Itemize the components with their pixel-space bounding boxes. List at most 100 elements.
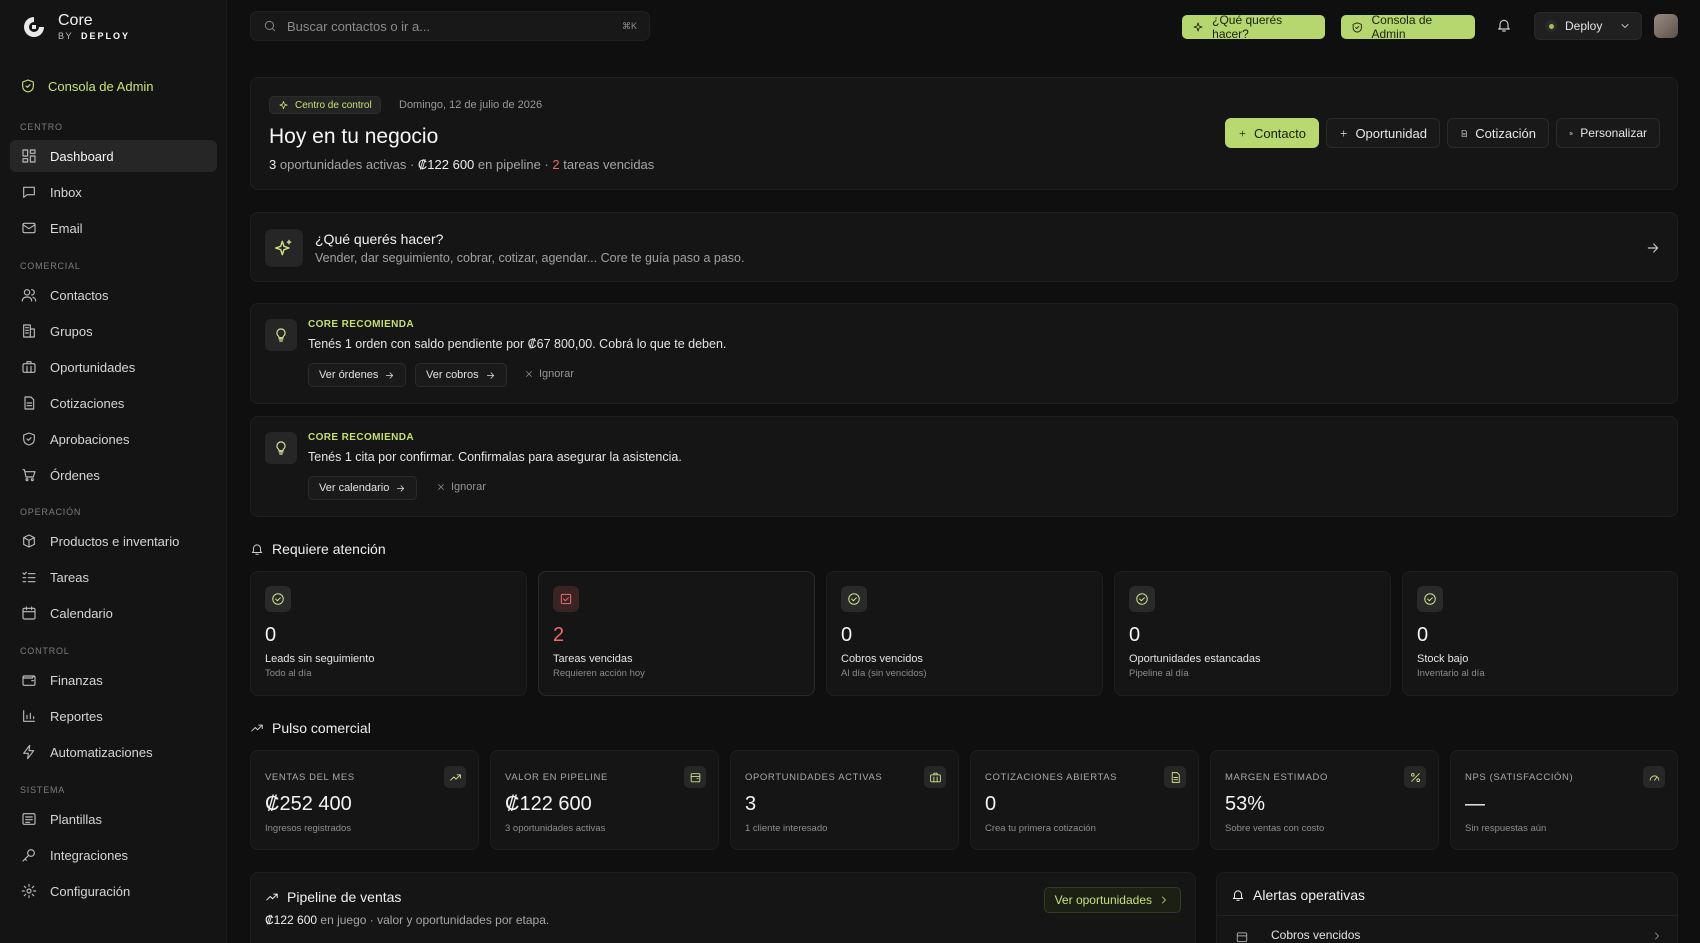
arrow-right-icon bbox=[397, 484, 405, 492]
overdue-text: tareas vencidas bbox=[563, 157, 655, 172]
sidebar-item-grupos[interactable]: Grupos bbox=[10, 315, 217, 347]
sidebar-item-dashboard[interactable]: Dashboard bbox=[10, 140, 217, 172]
view-opportunities-label: Ver oportunidades bbox=[1054, 893, 1152, 907]
pipeline-title-row: Pipeline de ventas bbox=[265, 889, 401, 905]
avatar[interactable] bbox=[1654, 14, 1678, 38]
admin-console-label: Consola de Admin bbox=[1371, 13, 1433, 41]
pipeline-value: ₡122 600 bbox=[417, 157, 475, 172]
sidebar-item-integraciones[interactable]: Integraciones bbox=[10, 839, 217, 871]
alert-item-label: Cobros vencidos bbox=[1271, 928, 1361, 942]
kpi-value: — bbox=[1465, 793, 1485, 815]
kpi-card-quotes[interactable]: COTIZACIONES ABIERTAS 0 Crea tu primera … bbox=[970, 750, 1199, 850]
plus-icon bbox=[1239, 130, 1246, 136]
sidebar-item-ordenes[interactable]: Órdenes bbox=[10, 459, 217, 491]
arrow-right-icon[interactable] bbox=[1645, 240, 1661, 256]
attention-card-leads[interactable]: 0 Leads sin seguimiento Todo al día bbox=[250, 571, 527, 696]
attention-value: 0 bbox=[1129, 624, 1141, 646]
kpi-card-nps[interactable]: NPS (SATISFACCIÓN) — Sin respuestas aún bbox=[1450, 750, 1678, 850]
kpi-value: 3 bbox=[745, 793, 757, 815]
check-circle-icon bbox=[841, 586, 867, 612]
kpi-sub: 3 oportunidades activas bbox=[505, 823, 606, 834]
search-bar[interactable]: Buscar contactos o ir a... ⌘K bbox=[250, 11, 650, 41]
alerts-card: Alertas operativas Cobros vencidos bbox=[1216, 872, 1678, 943]
sidebar-item-cotizaciones[interactable]: Cotizaciones bbox=[10, 387, 217, 419]
sidebar-item-contactos[interactable]: Contactos bbox=[10, 279, 217, 311]
sidebar-item-aprobaciones[interactable]: Aprobaciones bbox=[10, 423, 217, 455]
sidebar-item-automatizaciones[interactable]: Automatizaciones bbox=[10, 736, 217, 768]
sidebar-item-reportes[interactable]: Reportes bbox=[10, 700, 217, 732]
recommendation-text: Tenés 1 cita por confirmar. Confirmalas … bbox=[308, 450, 682, 464]
ask-what-button[interactable]: ¿Qué querés hacer? bbox=[1182, 13, 1325, 41]
attention-card-stalled[interactable]: 0 Oportunidades estancadas Pipeline al d… bbox=[1114, 571, 1391, 696]
kpi-value: 53% bbox=[1225, 793, 1266, 815]
alerts-title: Alertas operativas bbox=[1253, 887, 1366, 903]
kpi-label: VALOR EN PIPELINE bbox=[505, 772, 608, 783]
sidebar-item-tareas[interactable]: Tareas bbox=[10, 561, 217, 593]
sidebar-item-label: Órdenes bbox=[50, 467, 100, 483]
view-calendar-button[interactable]: Ver calendario bbox=[308, 476, 418, 500]
admin-console-button[interactable]: Consola de Admin bbox=[1341, 13, 1475, 41]
trend-up-icon bbox=[444, 766, 466, 788]
ignore-label: Ignorar bbox=[451, 481, 486, 493]
brand[interactable]: Core BY DEPLOY bbox=[22, 12, 130, 42]
pipeline-text: en pipeline bbox=[477, 157, 541, 172]
active-count: 3 bbox=[269, 157, 277, 172]
ask-title: ¿Qué querés hacer? bbox=[315, 231, 444, 247]
view-payments-label: Ver cobros bbox=[426, 369, 479, 381]
sliders-icon bbox=[1569, 131, 1573, 135]
workspace-name: Deploy bbox=[1565, 19, 1603, 33]
customize-button[interactable]: Personalizar bbox=[1556, 118, 1660, 148]
nav-section-sistema: SISTEMA bbox=[20, 785, 66, 795]
lightbulb-icon bbox=[265, 432, 297, 464]
search-input[interactable]: Buscar contactos o ir a... bbox=[287, 19, 430, 34]
attention-card-low-stock[interactable]: 0 Stock bajo Inventario al día bbox=[1402, 571, 1678, 696]
kpi-sub: 1 cliente interesado bbox=[745, 823, 828, 834]
attention-card-overdue-payments[interactable]: 0 Cobros vencidos Al día (sin vencidos) bbox=[826, 571, 1103, 696]
alert-item-overdue-payments[interactable]: Cobros vencidos bbox=[1217, 915, 1677, 943]
wallet-icon bbox=[22, 675, 36, 686]
kpi-card-sales[interactable]: VENTAS DEL MES ₡252 400 Ingresos registr… bbox=[250, 750, 479, 850]
sidebar-admin-console[interactable]: Consola de Admin bbox=[20, 78, 154, 94]
search-shortcut: ⌘K bbox=[621, 20, 637, 31]
sidebar-item-configuracion[interactable]: Configuración bbox=[10, 875, 217, 907]
ask-assistant-card[interactable]: ¿Qué querés hacer? Vender, dar seguimien… bbox=[250, 212, 1678, 282]
kpi-card-margin[interactable]: MARGEN ESTIMADO 53% Sobre ventas con cos… bbox=[1210, 750, 1439, 850]
chevron-right-icon bbox=[1655, 932, 1659, 940]
nav-section-centro: CENTRO bbox=[20, 122, 63, 132]
attention-card-overdue-tasks[interactable]: 2 Tareas vencidas Requieren acción hoy bbox=[538, 571, 815, 696]
kpi-card-opportunities[interactable]: OPORTUNIDADES ACTIVAS 3 1 cliente intere… bbox=[730, 750, 959, 850]
bell-icon bbox=[1498, 19, 1510, 32]
workspace-switcher[interactable]: Deploy bbox=[1534, 12, 1642, 40]
kpi-card-pipeline[interactable]: VALOR EN PIPELINE ₡122 600 3 oportunidad… bbox=[490, 750, 719, 850]
sidebar-item-label: Oportunidades bbox=[50, 359, 136, 375]
sidebar-item-productos[interactable]: Productos e inventario bbox=[10, 525, 217, 557]
sidebar-item-inbox[interactable]: Inbox bbox=[10, 176, 217, 208]
hero-card: Centro de control Domingo, 12 de julio d… bbox=[250, 77, 1678, 190]
new-quote-button[interactable]: Cotización bbox=[1447, 118, 1549, 148]
new-opportunity-button[interactable]: Oportunidad bbox=[1326, 118, 1440, 148]
sidebar-item-label: Contactos bbox=[50, 287, 109, 303]
bell-icon bbox=[251, 544, 263, 555]
sidebar-item-oportunidades[interactable]: Oportunidades bbox=[10, 351, 217, 383]
view-opportunities-button[interactable]: Ver oportunidades bbox=[1043, 887, 1181, 913]
box-icon bbox=[23, 534, 35, 548]
ignore-button[interactable]: Ignorar bbox=[524, 368, 574, 380]
view-orders-button[interactable]: Ver órdenes bbox=[308, 363, 407, 387]
nav-section-comercial: COMERCIAL bbox=[20, 261, 81, 271]
sidebar-item-email[interactable]: Email bbox=[10, 212, 217, 244]
notifications-button[interactable] bbox=[1496, 17, 1512, 33]
alerts-title-row: Alertas operativas bbox=[1231, 887, 1365, 903]
view-payments-button[interactable]: Ver cobros bbox=[415, 363, 507, 387]
recommendation-text: Tenés 1 orden con saldo pendiente por ₡6… bbox=[308, 337, 727, 351]
users-icon bbox=[21, 289, 37, 302]
sidebar-item-finanzas[interactable]: Finanzas bbox=[10, 664, 217, 696]
ignore-button[interactable]: Ignorar bbox=[436, 481, 486, 493]
new-contact-button[interactable]: Contacto bbox=[1225, 118, 1319, 148]
sidebar-item-calendario[interactable]: Calendario bbox=[10, 597, 217, 629]
check-circle-icon bbox=[265, 586, 291, 612]
bolt-icon bbox=[23, 744, 35, 760]
attention-label: Tareas vencidas bbox=[553, 653, 633, 665]
new-contact-label: Contacto bbox=[1253, 125, 1306, 141]
sidebar-item-plantillas[interactable]: Plantillas bbox=[10, 803, 217, 835]
sidebar-item-label: Tareas bbox=[50, 569, 90, 585]
